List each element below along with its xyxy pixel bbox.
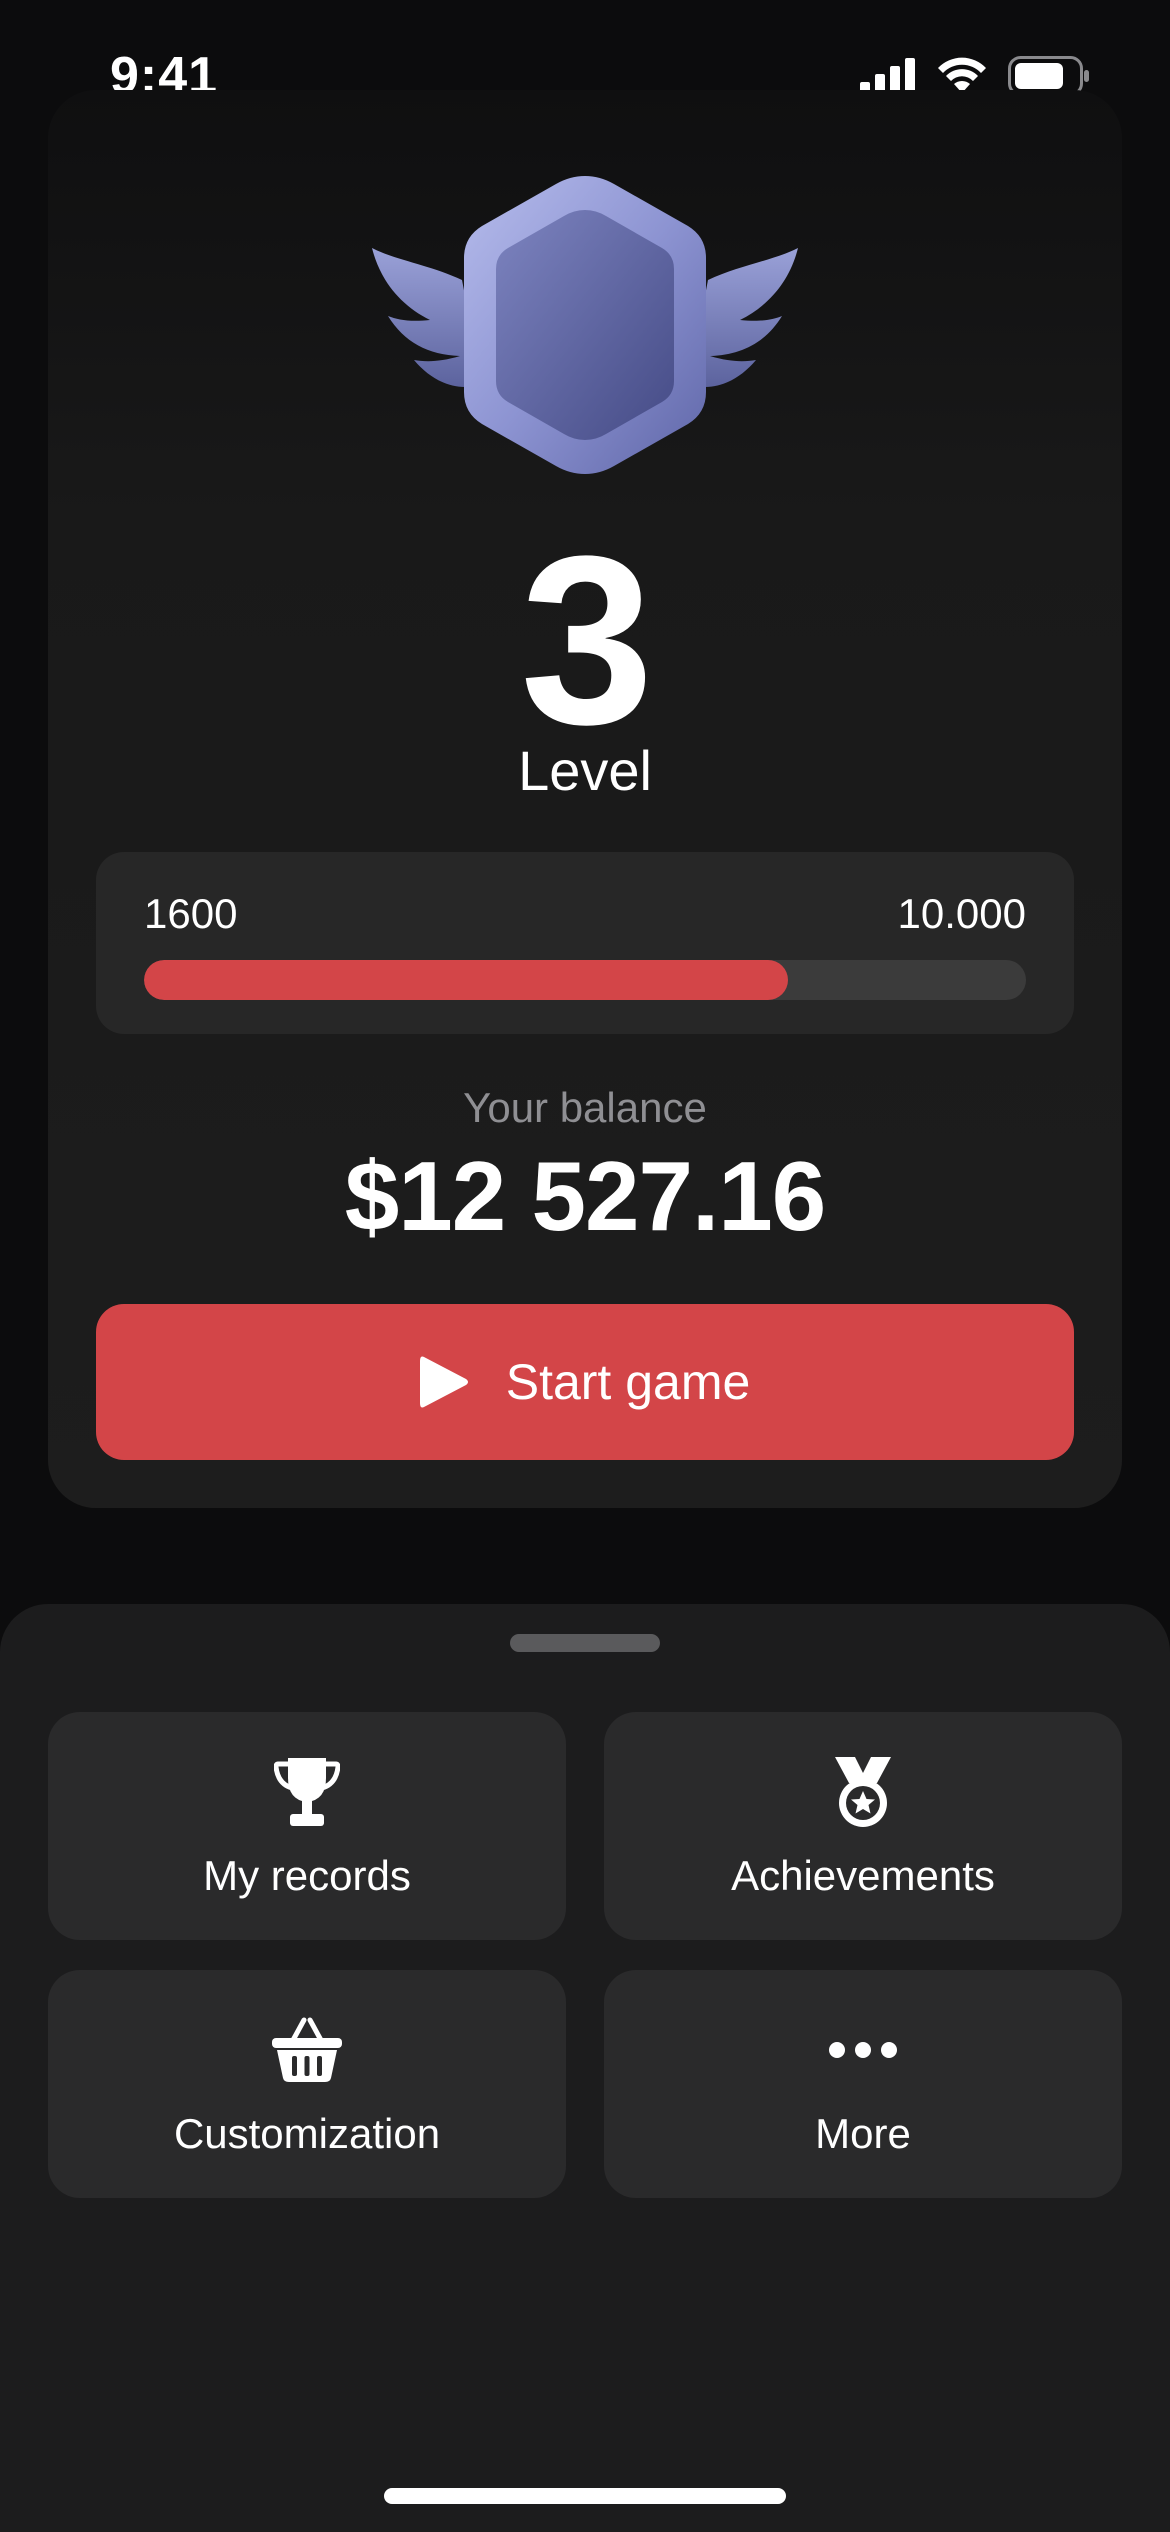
home-screen: 9:41 3 Level 1600 10.000 Your balance $1… [0, 0, 1170, 2532]
more-label: More [815, 2110, 911, 2157]
level-label: Level [518, 739, 652, 802]
progress-max-label: 10.000 [897, 890, 1026, 937]
cellular-signal-icon [860, 58, 915, 94]
play-icon [419, 1356, 468, 1408]
balance-label: Your balance [463, 1084, 707, 1131]
medal-icon [835, 1757, 891, 1827]
progress-track [144, 960, 1026, 1000]
balance-value: $12 527.16 [344, 1141, 826, 1251]
basket-icon [272, 2017, 342, 2082]
more-dots-icon [829, 2042, 897, 2058]
achievements-label: Achievements [731, 1852, 995, 1899]
level-number: 3 [520, 506, 653, 774]
winged-hexagon-badge-icon [372, 176, 798, 474]
level-progress-card: 1600 10.000 [96, 852, 1074, 1034]
sheet-grabber[interactable] [510, 1634, 660, 1652]
more-tile[interactable]: More [604, 1970, 1122, 2198]
menu-sheet: My records Achievements Customization Mo… [0, 1604, 1170, 2532]
progress-fill [144, 960, 788, 1000]
progress-min-label: 1600 [144, 890, 238, 937]
home-indicator[interactable] [384, 2488, 786, 2504]
start-game-label: Start game [505, 1354, 751, 1410]
my-records-label: My records [203, 1852, 411, 1899]
customization-label: Customization [173, 2110, 441, 2157]
customization-tile[interactable]: Customization [48, 1970, 566, 2198]
start-game-button[interactable]: Start game [96, 1304, 1074, 1460]
my-records-tile[interactable]: My records [48, 1712, 566, 1940]
trophy-icon [274, 1758, 340, 1826]
achievements-tile[interactable]: Achievements [604, 1712, 1122, 1940]
